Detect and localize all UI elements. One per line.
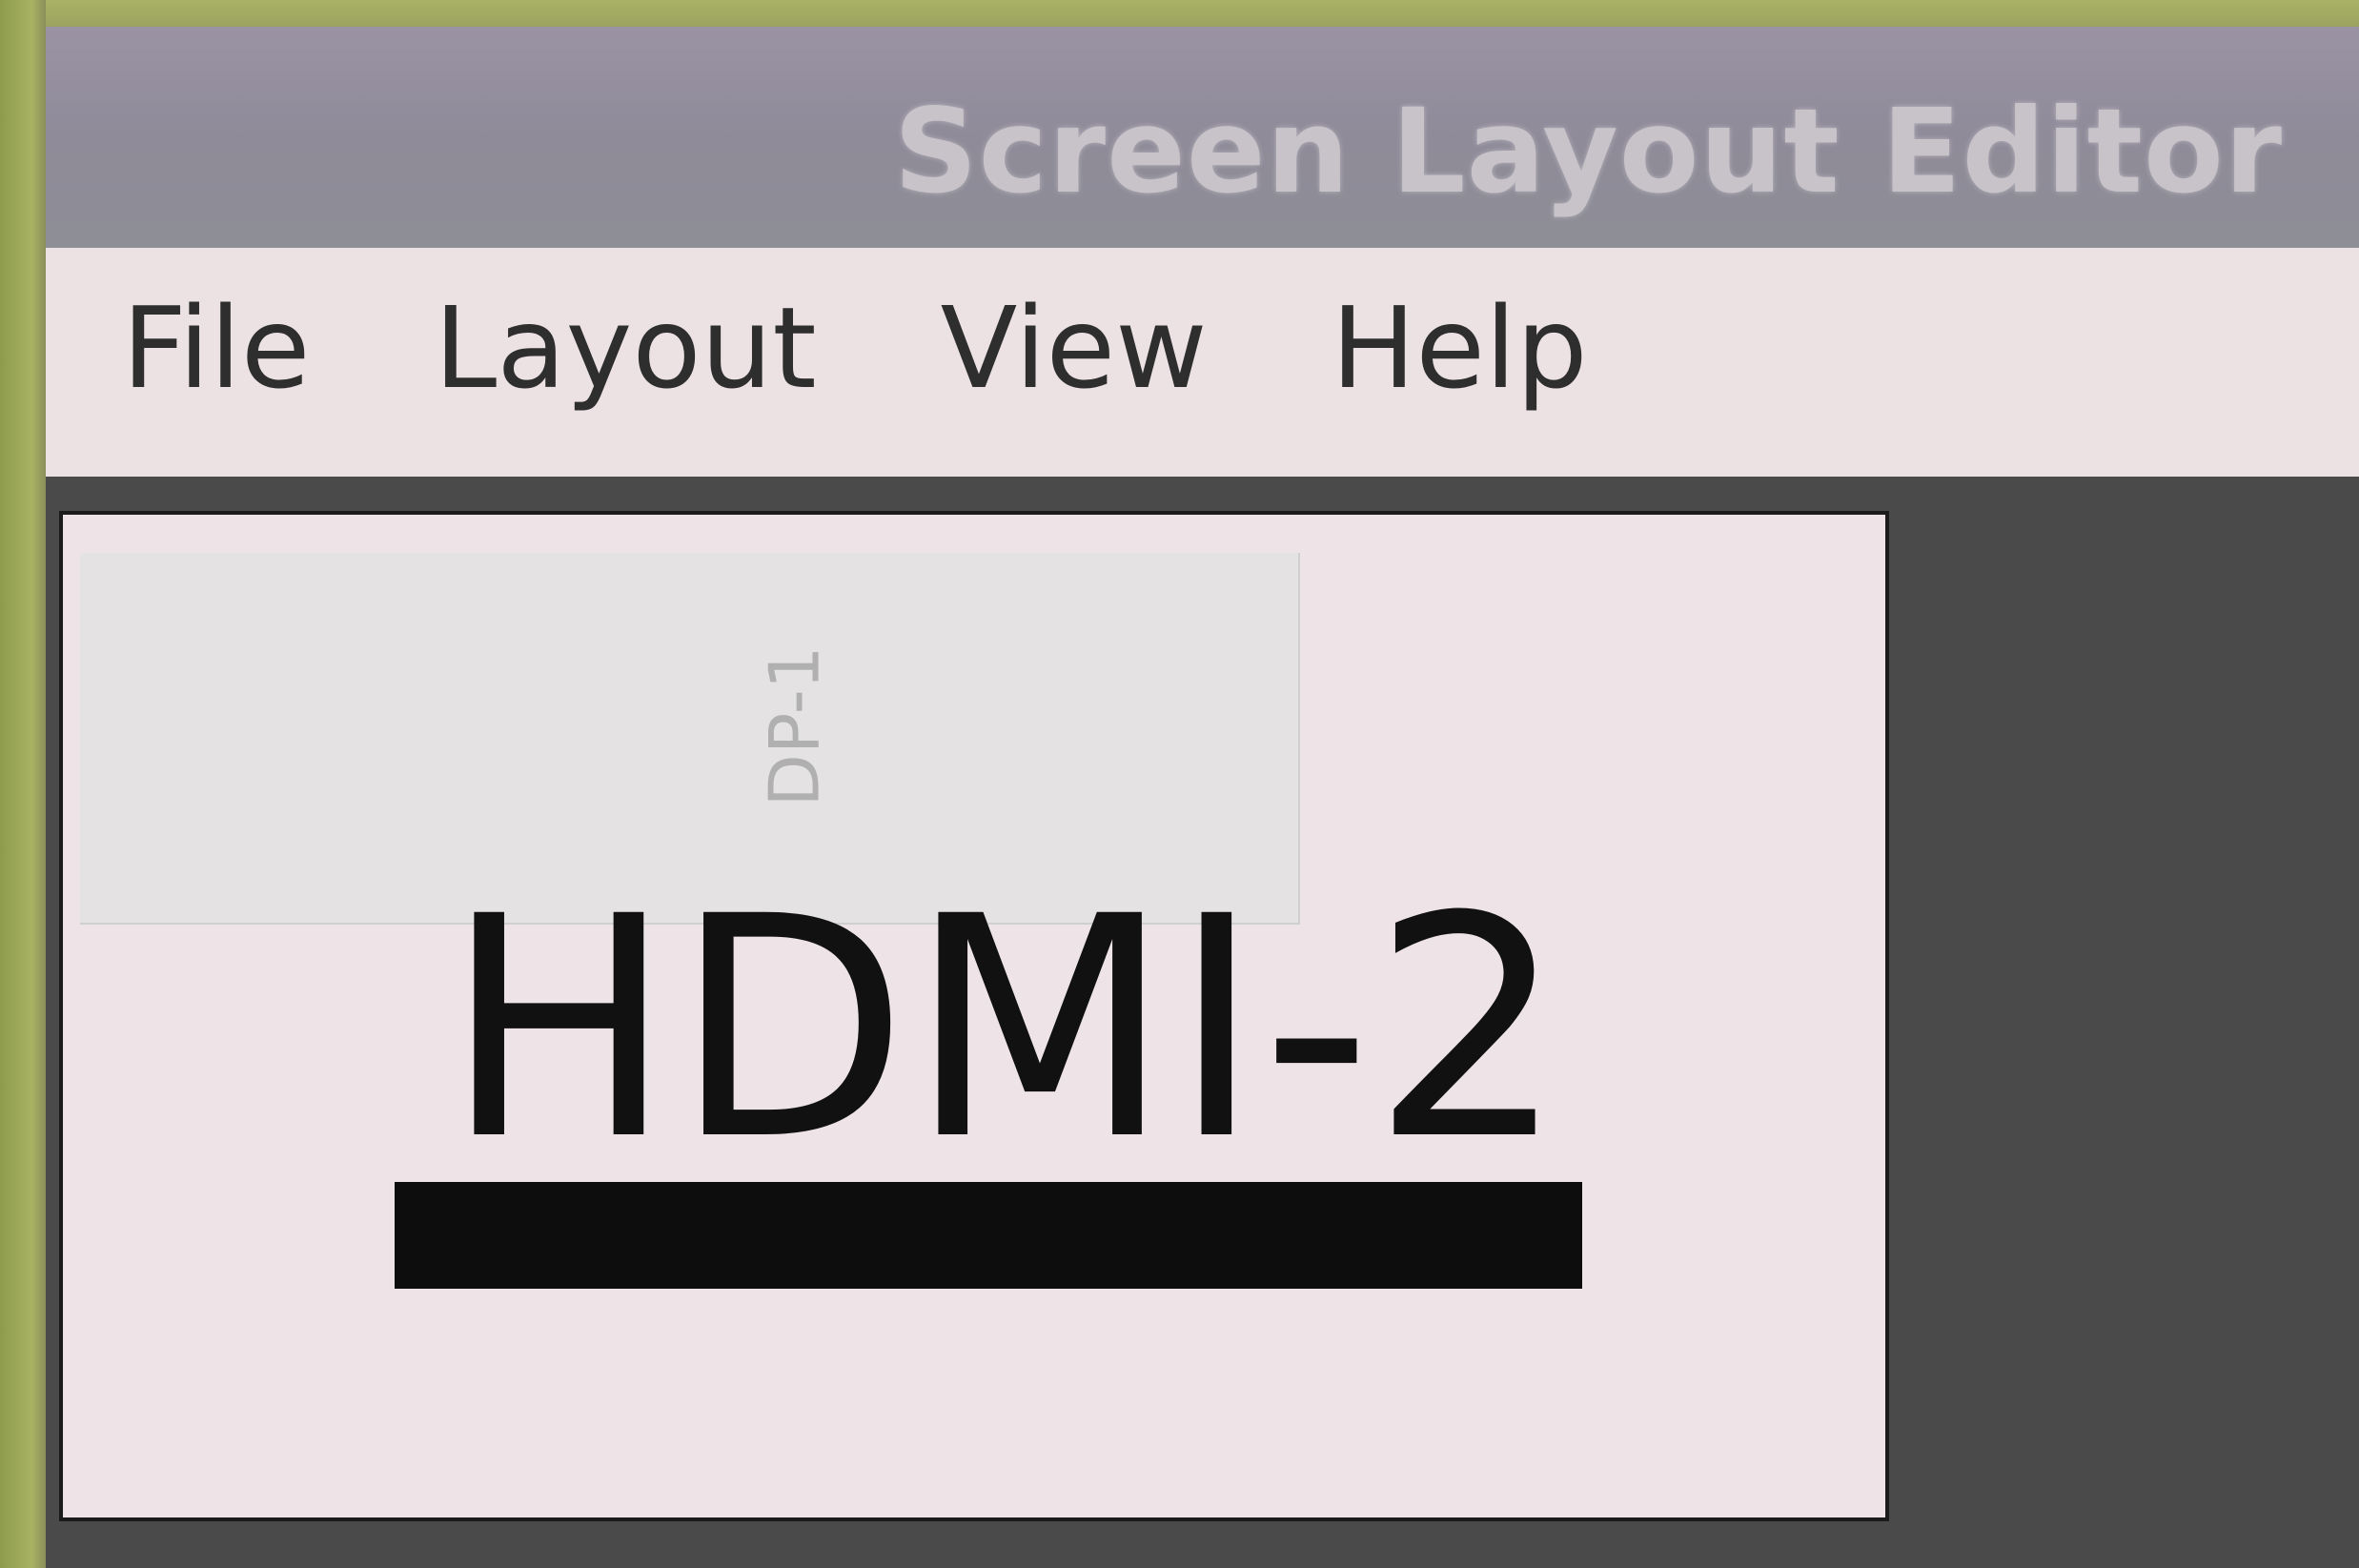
- screen-hdmi-2[interactable]: DP-1 HDMI-2: [59, 511, 1889, 1521]
- monitor-bezel-top: [0, 0, 2359, 29]
- primary-screen-indicator-bar: [395, 1182, 1582, 1289]
- menu-help[interactable]: Help: [1332, 292, 1588, 433]
- monitor-bezel-left: [0, 0, 46, 1568]
- layout-canvas[interactable]: DP-1 HDMI-2: [46, 477, 2359, 1568]
- menu-file[interactable]: File: [122, 292, 310, 433]
- screen-layout-editor-window: Screen Layout Editor File Layout View He…: [46, 27, 2359, 1568]
- menu-view[interactable]: View: [941, 292, 1208, 433]
- window-title: Screen Layout Editor: [893, 84, 2283, 219]
- title-bar[interactable]: Screen Layout Editor: [46, 27, 2359, 248]
- menu-layout[interactable]: Layout: [434, 292, 816, 433]
- menu-bar: File Layout View Help: [46, 248, 2359, 477]
- screen-dp-1-label: DP-1: [754, 645, 835, 807]
- screen-hdmi-2-label: HDMI-2: [444, 852, 1566, 1207]
